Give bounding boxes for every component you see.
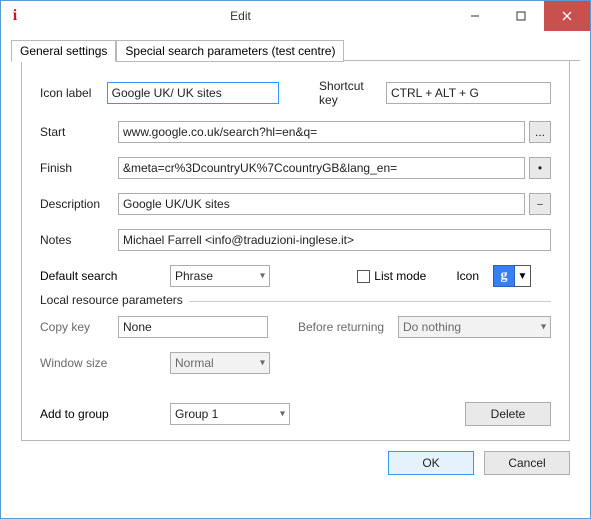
copy-key-field [118,316,268,338]
add-to-group-select[interactable]: Group 1 ▾ [170,403,290,425]
tab-strip: General settings Special search paramete… [11,39,580,61]
tab-general-settings[interactable]: General settings [11,40,116,62]
chevron-down-icon: ▼ [518,271,528,282]
notes-field[interactable] [118,229,551,251]
close-button[interactable] [544,1,590,31]
label-icon: Icon [456,269,479,283]
delete-button[interactable]: Delete [465,402,551,426]
before-returning-value: Do nothing [403,320,461,334]
maximize-button[interactable] [498,1,544,31]
icon-label-field[interactable] [107,82,279,104]
local-resource-group: Local resource parameters Copy key Befor… [40,301,551,384]
start-field[interactable] [118,121,525,143]
description-field[interactable] [118,193,525,215]
label-add-to-group: Add to group [40,407,170,421]
tab-panel-general: Icon label Shortcut key Start ... Finish… [21,61,570,441]
label-window-size: Window size [40,356,170,370]
window-title: Edit [29,9,452,23]
label-default-search: Default search [40,269,170,283]
before-returning-select: Do nothing ▾ [398,316,551,338]
cancel-button[interactable]: Cancel [484,451,570,475]
label-description: Description [40,197,118,211]
add-to-group-value: Group 1 [175,407,218,421]
group-title-local: Local resource parameters [40,293,189,307]
chevron-down-icon: ▾ [541,322,546,333]
label-icon-label: Icon label [40,86,107,100]
icon-dropdown-button[interactable]: ▼ [515,265,531,287]
start-browse-button[interactable]: ... [529,121,551,143]
label-copy-key: Copy key [40,320,118,334]
shortcut-key-field[interactable] [386,82,551,104]
finish-action-button[interactable]: • [529,157,551,179]
label-list-mode: List mode [374,269,426,283]
finish-field[interactable] [118,157,525,179]
default-search-value: Phrase [175,269,213,283]
app-icon: i [1,7,29,25]
label-before-returning: Before returning [298,320,398,334]
chevron-down-icon: ▾ [260,271,265,282]
chevron-down-icon: ▾ [280,409,285,420]
window-size-value: Normal [175,356,214,370]
list-mode-checkbox[interactable] [357,270,370,283]
tab-special-search[interactable]: Special search parameters (test centre) [116,40,344,62]
dialog-footer: OK Cancel [1,451,590,493]
title-bar: i Edit [1,1,590,31]
chevron-down-icon: ▾ [260,358,265,369]
label-start: Start [40,125,118,139]
label-notes: Notes [40,233,118,247]
label-finish: Finish [40,161,118,175]
label-shortcut-key: Shortcut key [319,79,376,107]
window-size-select: Normal ▾ [170,352,270,374]
minimize-button[interactable] [452,1,498,31]
default-search-select[interactable]: Phrase ▾ [170,265,270,287]
description-action-button[interactable]: – [529,193,551,215]
icon-preview: g [493,265,515,287]
ok-button[interactable]: OK [388,451,474,475]
